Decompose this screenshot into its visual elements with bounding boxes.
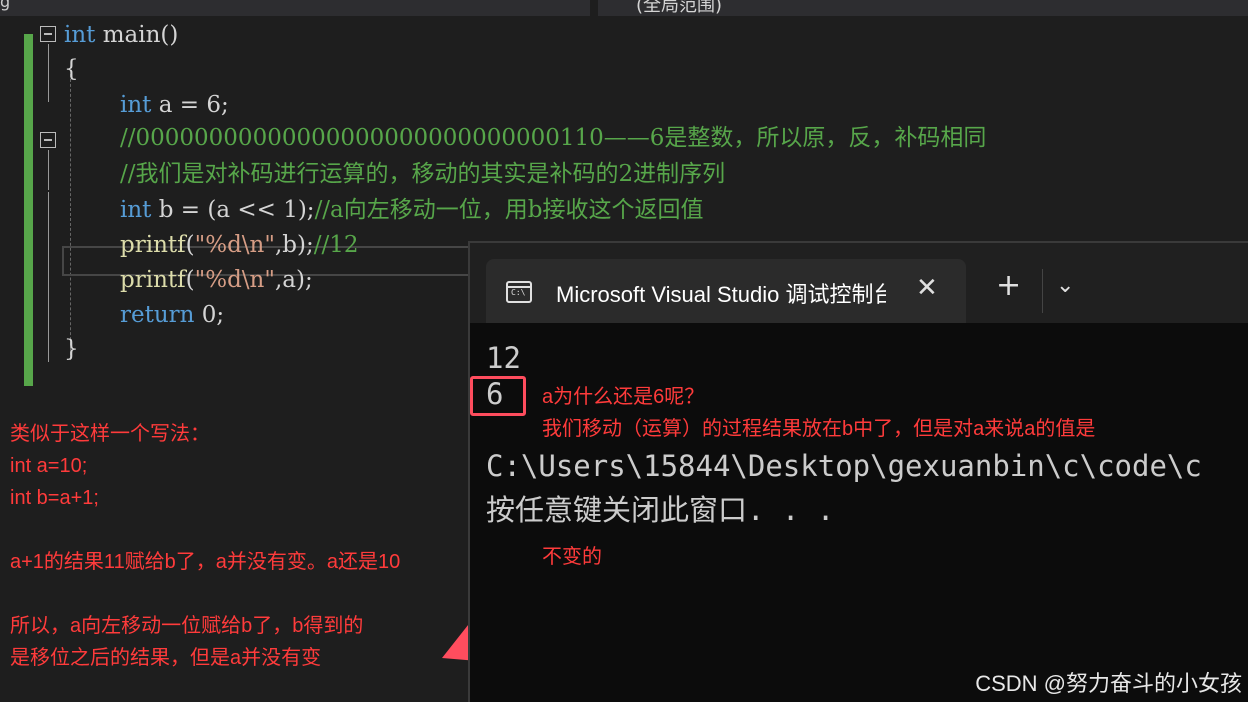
chevron-down-icon[interactable]: ⌄ bbox=[1056, 273, 1074, 298]
scope-dropdown[interactable]: (全局范围) bbox=[636, 0, 722, 17]
console-icon bbox=[506, 281, 532, 303]
code-line-1[interactable]: int main() bbox=[64, 20, 178, 50]
output-line-1: 12 bbox=[486, 341, 521, 375]
watermark: CSDN @努力奋斗的小女孩 bbox=[975, 671, 1242, 696]
terminal-tab[interactable]: Microsoft Visual Studio 调试控制台 ✕ bbox=[486, 259, 966, 323]
code-line-2[interactable]: { bbox=[64, 54, 79, 84]
changed-lines-indicator bbox=[24, 34, 33, 386]
left-annotation: 类似于这样一个写法： int a=10; int b=a+1; a+1的结果11… bbox=[10, 423, 401, 669]
indent-guide bbox=[70, 74, 71, 360]
outline-line bbox=[48, 44, 49, 102]
code-line-8[interactable]: printf("%d\n",a); bbox=[120, 265, 313, 295]
terminal-tab-bar: Microsoft Visual Studio 调试控制台 ✕ + ⌄ bbox=[470, 243, 1248, 323]
terminal-tab-title: Microsoft Visual Studio 调试控制台 bbox=[556, 282, 886, 307]
highlight-box bbox=[470, 376, 526, 416]
right-annotation: a为什么还是6呢？ 我们移动（运算）的过程结果放在b中了，但是对a来说a的值是 … bbox=[542, 386, 1096, 568]
new-tab-plus-icon[interactable]: + bbox=[996, 271, 1021, 301]
file-dropdown-fragment[interactable]: g bbox=[0, 0, 10, 11]
collapse-comment-icon[interactable] bbox=[40, 132, 56, 148]
outline-line bbox=[48, 192, 49, 362]
editor-top-bar: g (全局范围) bbox=[0, 0, 1248, 16]
code-line-10[interactable]: } bbox=[64, 334, 79, 364]
code-line-7[interactable]: printf("%d\n",b);//12 bbox=[120, 230, 358, 260]
code-line-5[interactable]: //我们是对补码进行运算的，移动的其实是补码的2进制序列 bbox=[120, 159, 725, 189]
dropdown-separator bbox=[590, 0, 598, 16]
code-line-9[interactable]: return 0; bbox=[120, 300, 224, 330]
code-line-6[interactable]: int b = (a << 1);//a向左移动一位，用b接收这个返回值 bbox=[120, 195, 704, 225]
code-line-3[interactable]: int a = 6; bbox=[120, 90, 229, 120]
outline-line bbox=[48, 150, 49, 190]
code-line-4[interactable]: //00000000000000000000000000000110——6是整数… bbox=[120, 123, 986, 153]
collapse-main-icon[interactable] bbox=[40, 26, 56, 42]
tab-bar-separator bbox=[1042, 269, 1043, 313]
close-icon[interactable]: ✕ bbox=[916, 273, 938, 303]
